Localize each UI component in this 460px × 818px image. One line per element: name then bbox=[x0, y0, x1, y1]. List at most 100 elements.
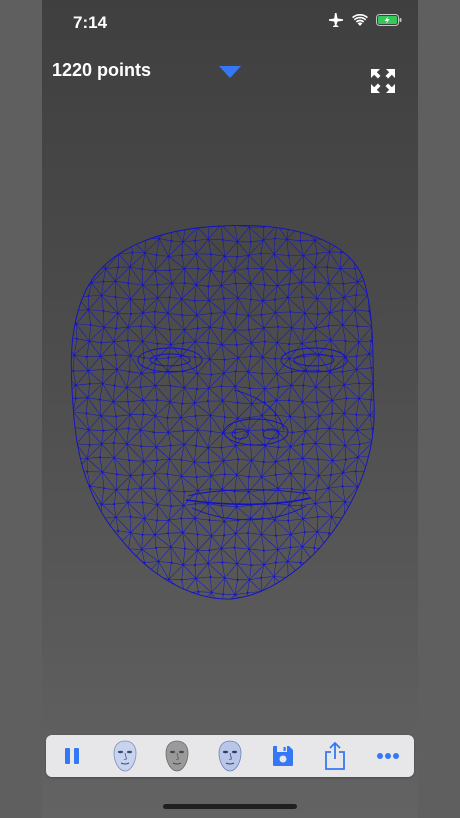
mesh-vertex bbox=[129, 265, 132, 269]
mesh-vertex bbox=[384, 324, 386, 326]
mesh-vertex bbox=[328, 371, 332, 374]
mesh-vertex bbox=[115, 473, 119, 476]
mesh-vertex bbox=[127, 427, 130, 430]
mesh-vertex bbox=[115, 428, 118, 431]
mesh-vertex bbox=[368, 528, 371, 531]
mesh-vertex bbox=[263, 283, 266, 287]
mesh-vertex bbox=[341, 370, 344, 373]
mesh-vertex bbox=[197, 267, 200, 270]
more-button[interactable] bbox=[370, 738, 406, 774]
mesh-vertex bbox=[234, 532, 237, 535]
save-button[interactable] bbox=[265, 738, 301, 774]
mesh-vertex bbox=[314, 265, 317, 269]
mesh-vertex bbox=[302, 384, 305, 387]
mesh-vertex bbox=[365, 252, 368, 255]
mesh-vertex bbox=[344, 458, 347, 461]
mesh-vertex bbox=[220, 547, 223, 550]
mesh-vertex bbox=[139, 386, 142, 389]
mesh-vertex bbox=[370, 366, 373, 369]
mesh-vertex bbox=[287, 254, 290, 257]
mesh-vertex bbox=[367, 515, 370, 518]
mesh-vertex bbox=[354, 605, 356, 607]
mesh-vertex bbox=[209, 414, 212, 417]
mesh-vertex bbox=[329, 443, 332, 446]
mesh-vertex bbox=[303, 416, 307, 419]
mesh-vertex bbox=[352, 252, 355, 255]
mesh-vertex bbox=[247, 475, 250, 478]
mesh-vertex bbox=[220, 343, 223, 346]
share-button[interactable] bbox=[317, 738, 353, 774]
face-textured-button[interactable] bbox=[107, 738, 143, 774]
mesh-vertex bbox=[344, 339, 347, 343]
mesh-vertex bbox=[100, 503, 103, 506]
mesh-vertex bbox=[246, 531, 250, 535]
mesh-vertex bbox=[182, 504, 185, 507]
mesh-vertex bbox=[236, 401, 239, 404]
mesh-vertex bbox=[117, 577, 120, 580]
mesh-vertex bbox=[60, 311, 62, 313]
mesh-vertex bbox=[343, 383, 346, 386]
face-shaded-button[interactable] bbox=[212, 738, 248, 774]
mesh-vertex bbox=[102, 237, 105, 240]
face-gray-button[interactable] bbox=[159, 738, 195, 774]
mesh-vertex bbox=[299, 239, 302, 242]
mesh-vertex bbox=[75, 265, 79, 268]
mesh-vertex bbox=[100, 341, 103, 344]
fullscreen-button[interactable] bbox=[370, 68, 396, 94]
mesh-vertex bbox=[340, 573, 343, 576]
mesh-vertex bbox=[118, 590, 121, 593]
mesh-vertex bbox=[260, 475, 263, 478]
points-dropdown[interactable] bbox=[218, 64, 242, 80]
mesh-vertex bbox=[102, 253, 106, 256]
mesh-vertex bbox=[171, 607, 173, 608]
mesh-vertex bbox=[73, 354, 76, 357]
mesh-vertex bbox=[314, 385, 317, 389]
mesh-vertex bbox=[236, 562, 239, 565]
mesh-vertex bbox=[235, 505, 238, 508]
mesh-vertex bbox=[313, 562, 317, 565]
mesh-vertex bbox=[72, 471, 75, 474]
mesh-vertex bbox=[141, 340, 144, 343]
mesh-vertex bbox=[77, 281, 80, 284]
share-icon bbox=[325, 742, 345, 770]
mesh-vertex bbox=[76, 587, 79, 590]
mesh-vertex bbox=[247, 254, 250, 257]
mesh-vertex bbox=[328, 427, 331, 430]
mesh-vertex bbox=[260, 533, 263, 536]
mesh-vertex bbox=[153, 472, 156, 475]
pause-button[interactable] bbox=[54, 738, 90, 774]
mesh-vertex bbox=[234, 370, 237, 373]
mesh-vertex bbox=[100, 517, 103, 520]
mesh-vertex bbox=[179, 355, 182, 358]
mesh-vertex bbox=[382, 500, 384, 502]
mesh-vertex bbox=[87, 308, 90, 311]
mesh-vertex bbox=[343, 296, 346, 299]
mesh-vertex bbox=[153, 310, 156, 313]
face-gray-icon bbox=[166, 740, 189, 772]
left-margin bbox=[0, 0, 42, 818]
expand-arrows-icon bbox=[371, 69, 395, 93]
mesh-vertex bbox=[210, 373, 213, 376]
mesh-vertex bbox=[287, 399, 290, 402]
face-mesh-viewer[interactable] bbox=[58, 218, 388, 608]
mesh-vertex bbox=[368, 265, 371, 268]
mesh-vertex bbox=[370, 502, 373, 505]
mesh-vertex bbox=[156, 575, 159, 578]
mesh-vertex bbox=[290, 384, 293, 387]
mesh-vertex bbox=[181, 402, 184, 405]
mesh-vertex bbox=[195, 444, 198, 447]
mesh-vertex bbox=[141, 589, 144, 593]
mesh-vertex bbox=[74, 397, 77, 400]
mesh-vertex bbox=[378, 237, 380, 239]
mesh-vertex bbox=[115, 239, 118, 242]
mesh-vertex bbox=[355, 355, 358, 358]
mesh-vertex bbox=[193, 239, 197, 242]
mesh-vertex bbox=[90, 545, 94, 548]
mesh-vertex bbox=[140, 372, 143, 375]
mesh-vertex bbox=[249, 517, 252, 520]
mesh-vertex bbox=[113, 503, 116, 506]
mesh-vertex bbox=[154, 269, 157, 272]
mesh-vertex bbox=[180, 314, 184, 317]
mesh-vertex bbox=[369, 398, 373, 401]
mesh-vertex bbox=[264, 444, 267, 447]
